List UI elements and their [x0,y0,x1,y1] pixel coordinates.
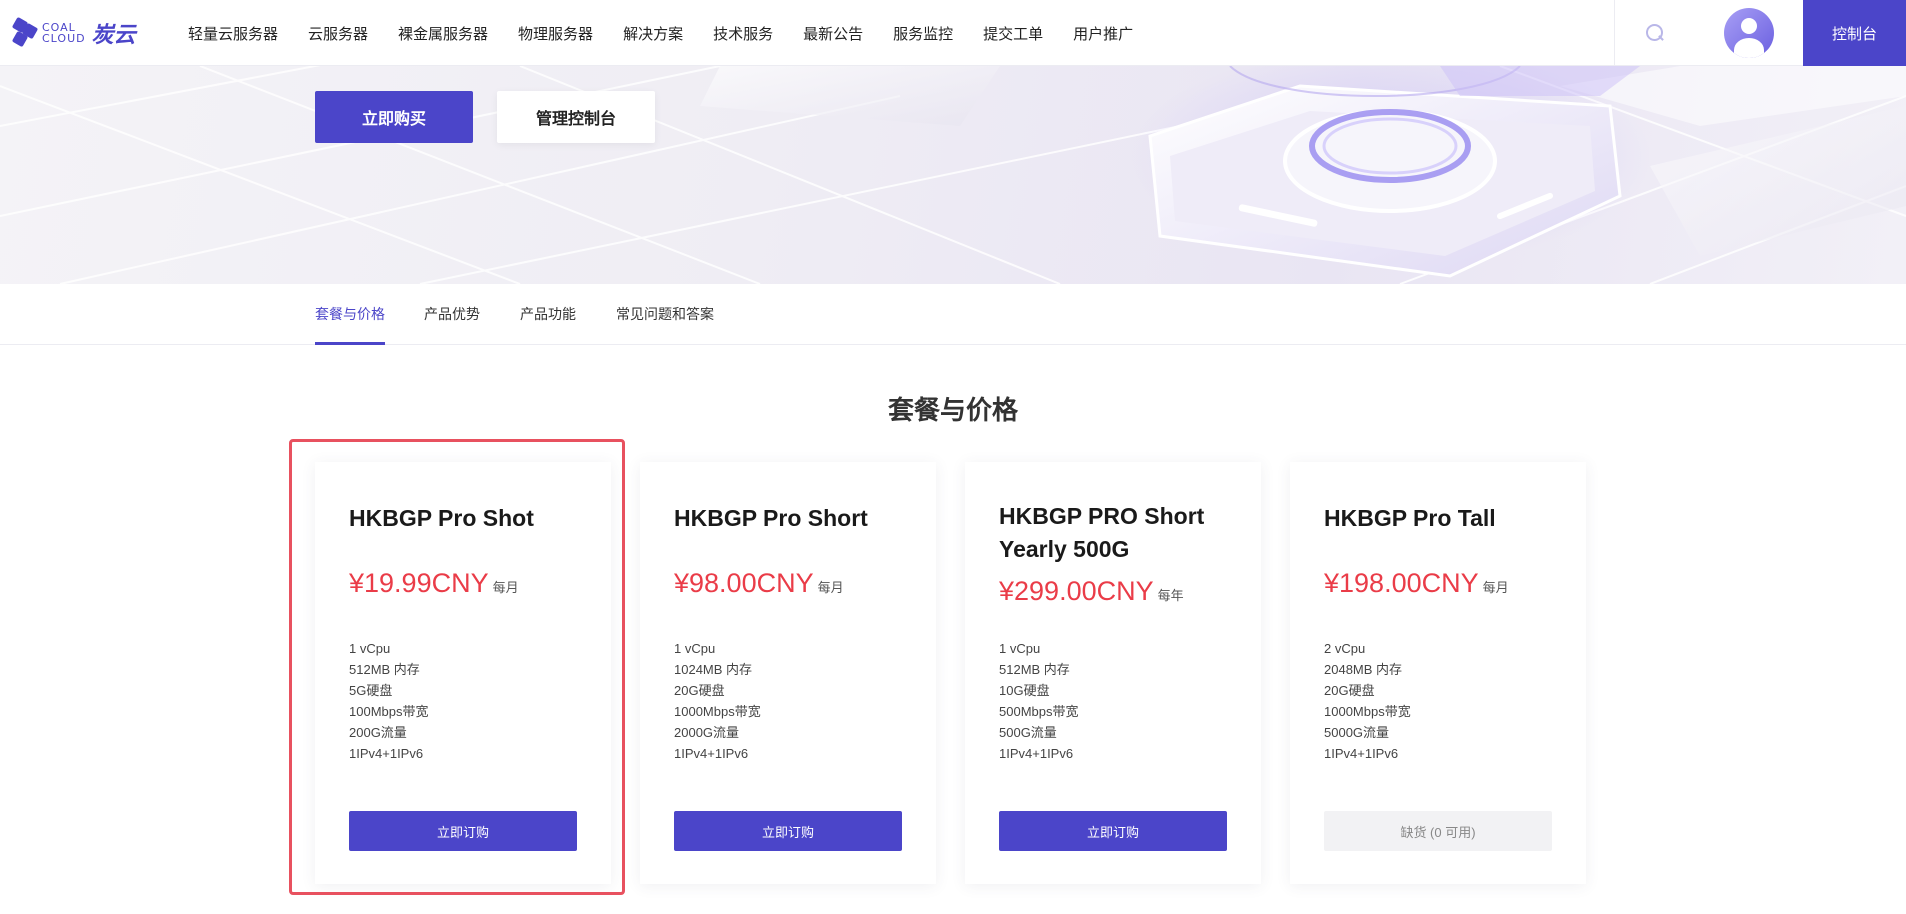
nav-item-announcements[interactable]: 最新公告 [803,23,863,44]
spec-traffic: 200G流量 [349,725,407,740]
order-button[interactable]: 立即订购 [999,811,1227,851]
price-unit: 每月 [817,580,844,595]
top-header: COAL CLOUD 炭云 轻量云服务器 云服务器 裸金属服务器 物理服务器 解… [0,0,1906,66]
main-nav: 轻量云服务器 云服务器 裸金属服务器 物理服务器 解决方案 技术服务 最新公告 … [188,0,1163,66]
plan-card: HKBGP Pro Tall ¥198.00CNY 每月 2 vCpu 2048M… [1290,462,1586,884]
active-tab-indicator [315,342,385,345]
avatar[interactable] [1723,8,1774,58]
manage-console-button[interactable]: 管理控制台 [497,91,655,143]
spec-traffic: 2000G流量 [674,725,740,740]
hero-banner: 立即购买 管理控制台 [0,66,1906,284]
price-unit: 每月 [492,580,519,595]
spec-memory: 512MB 内存 [349,662,420,677]
tab-faq[interactable]: 常见问题和答案 [616,304,714,324]
price-unit: 每年 [1157,588,1184,603]
plan-card: HKBGP Pro Short ¥98.00CNY 每月 1 vCpu 1024M… [640,462,936,884]
nav-item-physical-server[interactable]: 物理服务器 [518,23,593,44]
tab-advantages[interactable]: 产品优势 [424,304,480,324]
nav-item-cloud-server[interactable]: 云服务器 [308,23,368,44]
console-button[interactable]: 控制台 [1803,0,1906,66]
nav-item-bare-metal[interactable]: 裸金属服务器 [398,23,488,44]
spec-memory: 512MB 内存 [999,662,1070,677]
user-menu[interactable] [1694,0,1803,66]
price-amount: ¥19.99CNY [349,568,489,598]
coalcloud-logo[interactable]: COAL CLOUD 炭云 [11,15,142,51]
section-tabs: 套餐与价格 产品优势 产品功能 常见问题和答案 [0,284,1906,345]
out-of-stock-button: 缺货 (0 可用) [1324,811,1552,851]
spec-traffic: 500G流量 [999,725,1057,740]
spec-bandwidth: 1000Mbps带宽 [674,704,761,719]
spec-disk: 20G硬盘 [1324,683,1375,698]
plan-specs: 1 vCpu 512MB 内存 10G硬盘 500Mbps带宽 500G流量 1… [999,638,1078,764]
spec-ip: 1IPv4+1IPv6 [999,746,1074,761]
price-unit: 每月 [1482,580,1509,595]
tab-features[interactable]: 产品功能 [520,304,576,324]
plan-title: HKBGP PRO Short Yearly 500G [999,503,1205,562]
logo-mark-icon [11,16,40,49]
spec-cpu: 2 vCpu [1324,641,1366,656]
order-button[interactable]: 立即订购 [674,811,902,851]
logo-text-cn: 炭云 [91,22,136,48]
nav-item-solutions[interactable]: 解决方案 [623,23,683,44]
plan-price: ¥98.00CNY 每月 [674,568,844,599]
spec-ip: 1IPv4+1IPv6 [349,746,424,761]
spec-bandwidth: 500Mbps带宽 [999,704,1079,719]
spec-memory: 1024MB 内存 [674,662,753,677]
nav-item-submit-ticket[interactable]: 提交工单 [983,23,1043,44]
price-amount: ¥299.00CNY [999,576,1154,606]
price-amount: ¥98.00CNY [674,568,814,598]
header-actions: 控制台 [1614,0,1906,66]
spec-disk: 20G硬盘 [674,683,725,698]
spec-disk: 10G硬盘 [999,683,1050,698]
section-title: 套餐与价格 [887,395,1018,425]
plan-price: ¥19.99CNY 每月 [349,568,519,599]
spec-ip: 1IPv4+1IPv6 [1324,746,1399,761]
plan-price: ¥299.00CNY 每年 [999,576,1184,607]
plan-specs: 2 vCpu 2048MB 内存 20G硬盘 1000Mbps带宽 5000G流… [1324,638,1411,764]
nav-item-tech-services[interactable]: 技术服务 [713,23,773,44]
spec-cpu: 1 vCpu [999,641,1041,656]
spec-cpu: 1 vCpu [674,641,716,656]
spec-bandwidth: 1000Mbps带宽 [1324,704,1411,719]
plan-card: HKBGP Pro Shot ¥19.99CNY 每月 1 vCpu 512MB … [315,462,611,884]
spec-ip: 1IPv4+1IPv6 [674,746,749,761]
spec-bandwidth: 100Mbps带宽 [349,704,429,719]
buy-now-button[interactable]: 立即购买 [315,91,473,143]
nav-item-referral[interactable]: 用户推广 [1073,23,1133,44]
plan-title: HKBGP Pro Shot [349,505,534,531]
tab-pricing[interactable]: 套餐与价格 [315,304,385,324]
spec-cpu: 1 vCpu [349,641,391,656]
spec-disk: 5G硬盘 [349,683,393,698]
order-button[interactable]: 立即订购 [349,811,577,851]
plan-card: HKBGP PRO Short Yearly 500G ¥299.00CNY 每年… [965,462,1261,884]
spec-traffic: 5000G流量 [1324,725,1390,740]
search-icon [1645,24,1664,42]
search-button[interactable] [1614,0,1694,66]
plan-specs: 1 vCpu 1024MB 内存 20G硬盘 1000Mbps带宽 2000G流… [674,638,761,764]
nav-item-lightweight-server[interactable]: 轻量云服务器 [188,23,278,44]
hero-illustration [0,66,1906,284]
nav-item-service-monitor[interactable]: 服务监控 [893,23,953,44]
spec-memory: 2048MB 内存 [1324,662,1403,677]
plan-specs: 1 vCpu 512MB 内存 5G硬盘 100Mbps带宽 200G流量 1I… [349,638,428,764]
plan-price: ¥198.00CNY 每月 [1324,568,1509,599]
plan-title: HKBGP Pro Short [674,505,868,531]
plan-title: HKBGP Pro Tall [1324,505,1496,531]
logo-text-bottom: CLOUD [42,32,86,45]
price-amount: ¥198.00CNY [1324,568,1479,598]
